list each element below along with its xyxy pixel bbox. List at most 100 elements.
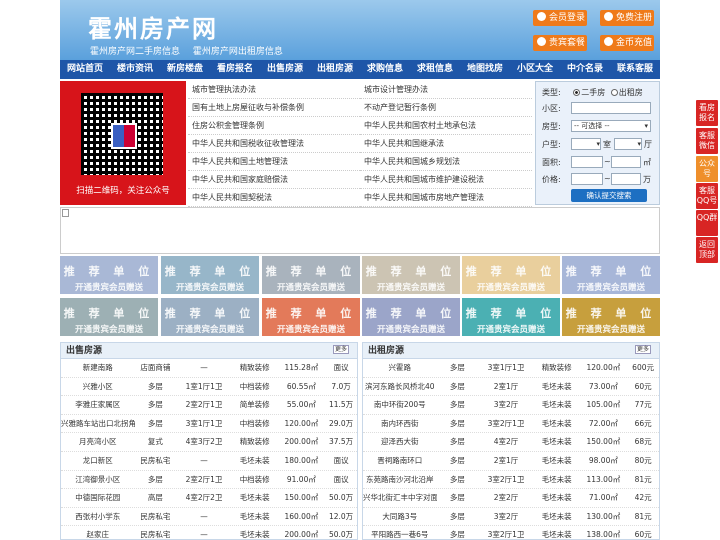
law-link[interactable]: 中华人民共和国继承法 <box>360 135 532 153</box>
hall-select[interactable]: ▾ <box>614 138 642 150</box>
side-qq-button[interactable]: 客服QQ号 <box>696 183 718 209</box>
list-row[interactable]: 南内环西街 多层 3室2厅1卫 毛坯未装 72.00㎡ 66元 <box>363 415 659 434</box>
law-link[interactable]: 住房公积金管理条例 <box>188 117 360 135</box>
recommend-subtitle: 开通贵宾会员赠送 <box>175 325 244 335</box>
nav-home[interactable]: 网站首页 <box>60 60 110 79</box>
side-official-account-button[interactable]: 公众号 <box>696 156 718 182</box>
room-select[interactable]: ▾ <box>571 138 601 150</box>
nav-map[interactable]: 地图找房 <box>460 60 510 79</box>
recommend-slot[interactable]: 推 荐 单 位开通贵宾会员赠送 <box>362 298 460 336</box>
rent-more-button[interactable]: 更多 <box>635 345 651 354</box>
housing-select[interactable]: -- 可选择 -- ▾ <box>571 120 651 132</box>
list-row[interactable]: 兴雅路车站出口北拐角 多层 3室1厅1卫 中档装修 120.00㎡ 29.0万 <box>61 415 357 434</box>
qr-code-icon <box>81 93 163 175</box>
law-link[interactable]: 中华人民共和国税收征收管理法 <box>188 135 360 153</box>
list-row[interactable]: 赵家庄 民房私宅 — 毛坯未装 200.00㎡ 50.0万 <box>61 526 357 540</box>
list-row[interactable]: 平阳路西一巷6号 多层 3室2厅1卫 毛坯未装 138.00㎡ 60元 <box>363 526 659 540</box>
register-button[interactable]: 免费注册 <box>600 10 654 26</box>
nav-wanted-buy[interactable]: 求购信息 <box>360 60 410 79</box>
list-row[interactable]: 兴华北街汇丰中字对面 多层 2室2厅 毛坯未装 71.00㎡ 42元 <box>363 489 659 508</box>
law-link[interactable]: 中华人民共和国城乡规划法 <box>360 153 532 171</box>
cell: 3室2厅1卫 <box>487 474 525 484</box>
side-back-to-top-button[interactable]: 返回顶部 <box>696 237 718 263</box>
recommend-slot[interactable]: 推 荐 单 位开通贵宾会员赠送 <box>462 256 560 294</box>
side-wechat-button[interactable]: 客服微信 <box>696 128 718 154</box>
price-unit: 万 <box>643 175 651 184</box>
recommend-slot[interactable]: 推 荐 单 位开通贵宾会员赠送 <box>60 298 158 336</box>
law-link[interactable]: 不动产登记暂行条例 <box>360 99 532 117</box>
list-row[interactable]: 迎泽西大街 多层 4室2厅 毛坯未装 150.00㎡ 68元 <box>363 433 659 452</box>
community-input[interactable] <box>571 102 651 114</box>
tagline-sale[interactable]: 霍州房产网二手房信息 <box>90 47 180 57</box>
law-link[interactable]: 城市管理执法办法 <box>188 81 360 99</box>
vip-package-button[interactable]: 贵宾套餐 <box>533 35 587 51</box>
list-row[interactable]: 滨河东路长风桥北40 多层 2室1厅 毛坯未装 73.00㎡ 60元 <box>363 378 659 397</box>
tagline-rent[interactable]: 霍州房产网出租房信息 <box>193 47 283 57</box>
list-row[interactable]: 月亮湾小区 复式 4室3厅2卫 精致装修 200.00㎡ 37.5万 <box>61 433 357 452</box>
law-link[interactable]: 中华人民共和国城市维护建设税法 <box>360 171 532 189</box>
nav-agents[interactable]: 中介名录 <box>560 60 610 79</box>
cell: 2室2厅 <box>493 493 519 503</box>
list-row[interactable]: 江湾御景小区 多层 2室2厅1卫 中档装修 91.00㎡ 面议 <box>61 471 357 490</box>
nav-rent[interactable]: 出租房源 <box>310 60 360 79</box>
radio-sale[interactable] <box>573 89 581 96</box>
price-label: 价格: <box>542 175 561 184</box>
recommend-slot[interactable]: 推 荐 单 位开通贵宾会员赠送 <box>262 298 360 336</box>
cell: 新建南路 <box>82 363 113 372</box>
list-row[interactable]: 东苑路南沙河北沿岸 多层 3室2厅1卫 毛坯未装 113.00㎡ 81元 <box>363 471 659 490</box>
recommend-subtitle: 开通贵宾会员赠送 <box>376 325 445 335</box>
nav-new-homes[interactable]: 新房楼盘 <box>160 60 210 79</box>
cell: 115.28㎡ <box>284 363 319 372</box>
cell: 中档装修 <box>239 381 270 391</box>
list-row[interactable]: 李雅庄家属区 多层 2室2厅1卫 简单装修 55.00㎡ 11.5万 <box>61 396 357 415</box>
recommend-subtitle: 开通贵宾会员赠送 <box>276 283 345 293</box>
recommend-slot[interactable]: 推 荐 单 位开通贵宾会员赠送 <box>462 298 560 336</box>
law-link[interactable]: 中华人民共和国契税法 <box>188 189 360 207</box>
area-min-input[interactable] <box>571 156 603 168</box>
list-row[interactable]: 中德国际花园 高层 4室2厅2卫 毛坯未装 150.00㎡ 50.0万 <box>61 489 357 508</box>
recommend-slot[interactable]: 推 荐 单 位开通贵宾会员赠送 <box>362 256 460 294</box>
list-row[interactable]: 晋祠路南环口 多层 2室1厅 毛坯未装 98.00㎡ 80元 <box>363 452 659 471</box>
law-link[interactable]: 国有土地上房屋征收与补偿条例 <box>188 99 360 117</box>
cell: 南内环西街 <box>381 418 419 428</box>
search-submit-button[interactable]: 确认提交搜索 <box>571 189 647 202</box>
price-min-input[interactable] <box>571 173 603 185</box>
side-qq-group-button[interactable]: QQ群 <box>696 210 718 236</box>
nav-support[interactable]: 联系客服 <box>610 60 660 79</box>
banner-ad[interactable] <box>60 207 660 254</box>
price-max-input[interactable] <box>611 173 641 185</box>
recommend-slot[interactable]: 推 荐 单 位开通贵宾会员赠送 <box>562 256 660 294</box>
login-button[interactable]: 会员登录 <box>533 10 587 26</box>
side-viewing-button[interactable]: 看房报名 <box>696 100 718 126</box>
recommend-slot[interactable]: 推 荐 单 位开通贵宾会员赠送 <box>60 256 158 294</box>
law-link[interactable]: 城市设计管理办法 <box>360 81 532 99</box>
nav-news[interactable]: 楼市资讯 <box>110 60 160 79</box>
radio-rent[interactable] <box>610 89 618 96</box>
nav-viewing[interactable]: 看房报名 <box>210 60 260 79</box>
site-logo[interactable]: 霍州房产网 <box>88 9 218 44</box>
recharge-button[interactable]: 金币充值 <box>600 35 654 51</box>
recommend-slot[interactable]: 推 荐 单 位开通贵宾会员赠送 <box>161 256 259 294</box>
list-row[interactable]: 兴雅小区 多层 1室1厅1卫 中档装修 60.55㎡ 7.0万 <box>61 378 357 397</box>
list-row[interactable]: 龙口新区 民房私宅 — 毛坯未装 180.00㎡ 面议 <box>61 452 357 471</box>
nav-communities[interactable]: 小区大全 <box>510 60 560 79</box>
law-link[interactable]: 中华人民共和国土地管理法 <box>188 153 360 171</box>
recommend-slot[interactable]: 推 荐 单 位开通贵宾会员赠送 <box>161 298 259 336</box>
cell: 多层 <box>449 418 465 428</box>
sale-more-button[interactable]: 更多 <box>333 345 349 354</box>
list-row[interactable]: 新建南路 店面商铺 — 精致装修 115.28㎡ 面议 <box>61 359 357 378</box>
recommend-slot[interactable]: 推 荐 单 位开通贵宾会员赠送 <box>262 256 360 294</box>
law-link[interactable]: 中华人民共和国城市房地产管理法 <box>360 189 532 207</box>
nav-wanted-rent[interactable]: 求租信息 <box>410 60 460 79</box>
list-row[interactable]: 南中环街200号 多层 3室2厅 毛坯未装 105.00㎡ 77元 <box>363 396 659 415</box>
nav-sale[interactable]: 出售房源 <box>260 60 310 79</box>
cell: 江湾御景小区 <box>75 474 121 484</box>
list-row[interactable]: 大同路3号 多层 3室2厅 毛坯未装 130.00㎡ 81元 <box>363 508 659 527</box>
law-link[interactable]: 中华人民共和国家庭赔偿法 <box>188 171 360 189</box>
list-row[interactable]: 西张村小学东 民房私宅 — 毛坯未装 160.00㎡ 12.0万 <box>61 508 357 527</box>
list-row[interactable]: 兴霍路 多层 3室1厅1卫 精致装修 120.00㎡ 600元 <box>363 359 659 378</box>
recommend-slot[interactable]: 推 荐 单 位开通贵宾会员赠送 <box>562 298 660 336</box>
law-link[interactable]: 中华人民共和国农村土地承包法 <box>360 117 532 135</box>
cell: 毛坯未装 <box>541 437 572 447</box>
area-max-input[interactable] <box>611 156 641 168</box>
